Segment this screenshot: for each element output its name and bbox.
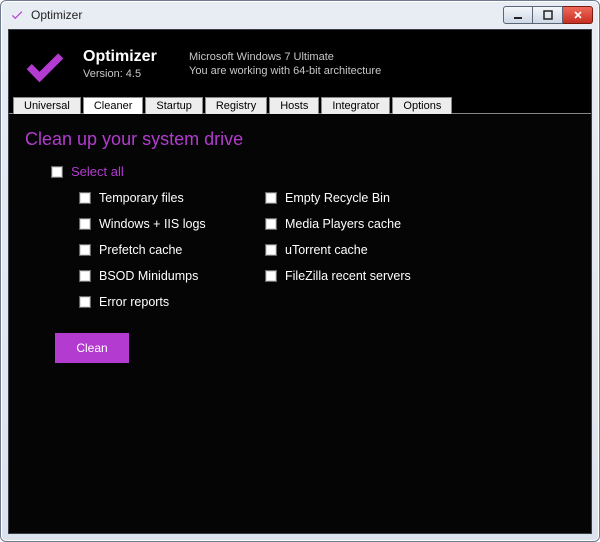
page-title: Clean up your system drive [25,129,575,150]
app-version: Version: 4.5 [83,68,173,80]
select-all-label: Select all [71,164,124,179]
option-temporary-files[interactable]: Temporary files [79,191,259,205]
option-label: Windows + IIS logs [99,217,206,231]
maximize-button[interactable] [533,6,563,24]
clean-button[interactable]: Clean [55,333,129,363]
tab-options[interactable]: Options [392,97,452,114]
tab-integrator[interactable]: Integrator [321,97,390,114]
tab-registry[interactable]: Registry [205,97,267,114]
checkbox-icon[interactable] [79,218,91,230]
checkbox-icon[interactable] [79,296,91,308]
checkbox-icon[interactable] [79,192,91,204]
option-bsod-minidumps[interactable]: BSOD Minidumps [79,269,259,283]
titlebar[interactable]: Optimizer [1,1,599,29]
checkbox-icon[interactable] [265,218,277,230]
option-label: Error reports [99,295,169,309]
window-title: Optimizer [31,8,82,22]
logo-check-icon [23,42,67,86]
window-controls [503,6,593,24]
tab-hosts[interactable]: Hosts [269,97,319,114]
checkbox-icon[interactable] [265,244,277,256]
option-filezilla-recent-servers[interactable]: FileZilla recent servers [265,269,465,283]
window-frame: Optimizer Optimizer Version: 4.5 Microso… [0,0,600,542]
option-utorrent-cache[interactable]: uTorrent cache [265,243,465,257]
app-icon [9,7,25,23]
tab-bar: Universal Cleaner Startup Registry Hosts… [9,96,591,114]
checkbox-icon[interactable] [265,270,277,282]
app-name: Optimizer [83,48,173,66]
option-label: uTorrent cache [285,243,368,257]
minimize-button[interactable] [503,6,533,24]
os-info: Microsoft Windows 7 Ultimate You are wor… [189,51,381,77]
checkbox-icon[interactable] [51,166,63,178]
option-label: Temporary files [99,191,184,205]
checkbox-icon[interactable] [79,270,91,282]
tab-cleaner[interactable]: Cleaner [83,97,144,114]
option-prefetch-cache[interactable]: Prefetch cache [79,243,259,257]
option-label: Empty Recycle Bin [285,191,390,205]
app-name-block: Optimizer Version: 4.5 [83,48,173,80]
option-label: Media Players cache [285,217,401,231]
tab-startup[interactable]: Startup [145,97,202,114]
option-empty-recycle-bin[interactable]: Empty Recycle Bin [265,191,465,205]
client-area: Optimizer Version: 4.5 Microsoft Windows… [8,29,592,534]
option-error-reports[interactable]: Error reports [79,295,259,309]
option-windows-iis-logs[interactable]: Windows + IIS logs [79,217,259,231]
close-button[interactable] [563,6,593,24]
option-label: Prefetch cache [99,243,182,257]
select-all-row[interactable]: Select all [51,164,575,179]
option-media-players-cache[interactable]: Media Players cache [265,217,465,231]
option-label: FileZilla recent servers [285,269,411,283]
checkbox-icon[interactable] [79,244,91,256]
checkbox-icon[interactable] [265,192,277,204]
app-header: Optimizer Version: 4.5 Microsoft Windows… [9,30,591,96]
os-arch: You are working with 64-bit architecture [189,65,381,77]
tab-universal[interactable]: Universal [13,97,81,114]
os-name: Microsoft Windows 7 Ultimate [189,51,381,63]
option-label: BSOD Minidumps [99,269,198,283]
options-grid: Temporary files Empty Recycle Bin Window… [79,185,575,315]
cleaner-page: Clean up your system drive Select all Te… [9,114,591,533]
